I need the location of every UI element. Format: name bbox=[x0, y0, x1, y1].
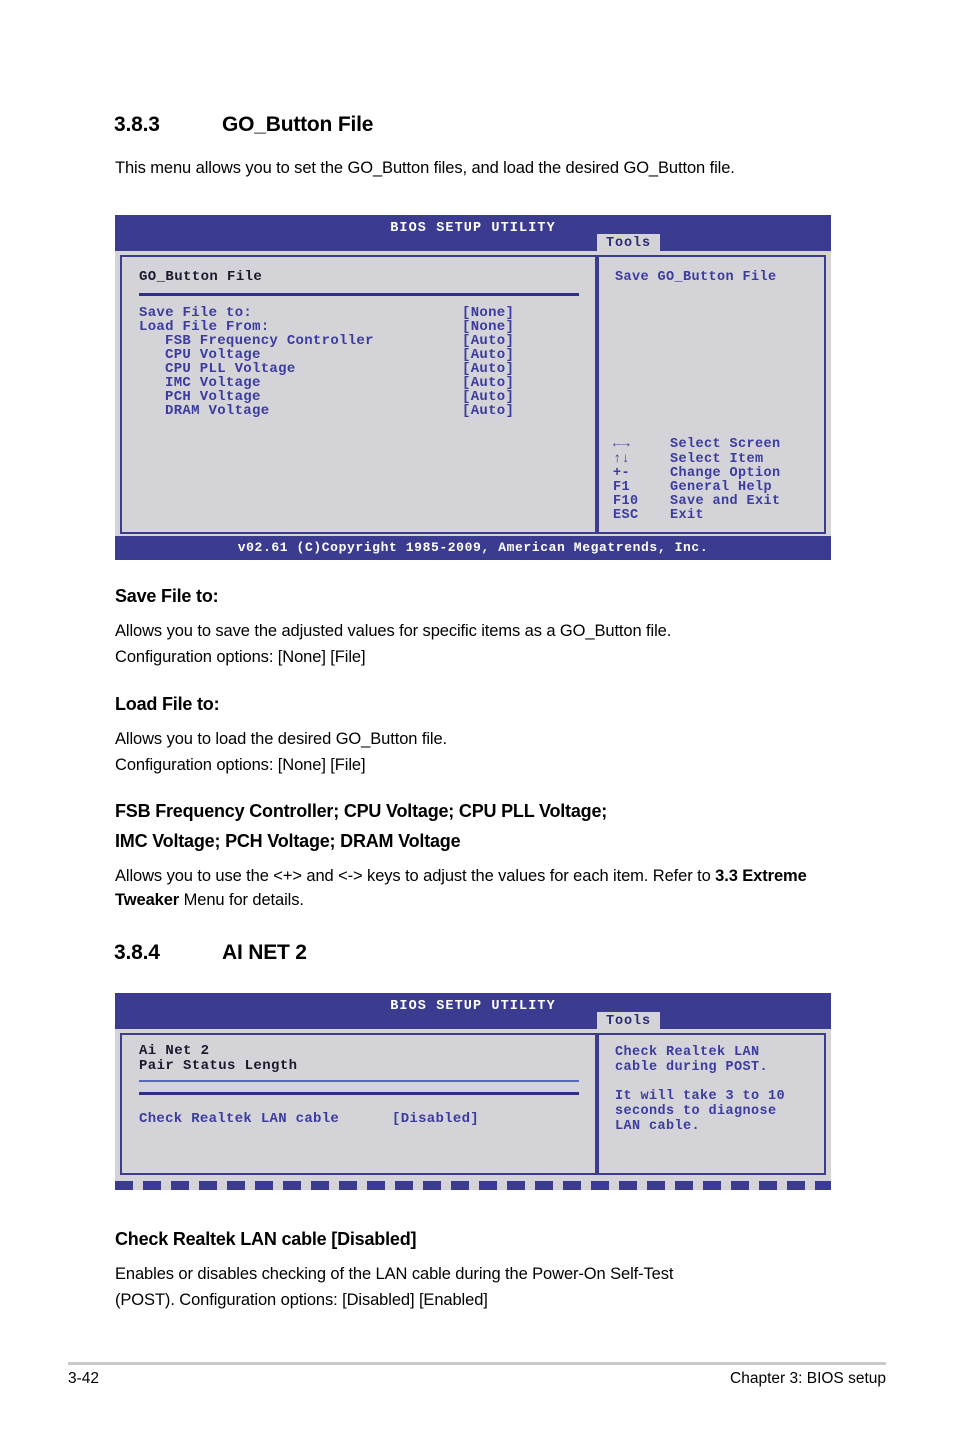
legend-key-1: ↑↓ bbox=[613, 452, 631, 467]
bios-body: GO_Button File Save File to: [None] Load… bbox=[115, 251, 831, 560]
help-line-5: LAN cable. bbox=[615, 1119, 701, 1134]
desc-voltages-body: Allows you to use the <+> and <-> keys t… bbox=[115, 865, 855, 912]
bios-item-label-realtek[interactable]: Check Realtek LAN cable bbox=[139, 1111, 339, 1127]
legend-key-0: ←→ bbox=[613, 437, 631, 452]
bios-cutoff-dashed-edge bbox=[115, 1181, 831, 1190]
legend-key-4: F10 bbox=[613, 494, 639, 509]
bios-item-label-7[interactable]: DRAM Voltage bbox=[165, 403, 269, 419]
subheading-voltages-line1: FSB Frequency Controller; CPU Voltage; C… bbox=[115, 801, 608, 821]
footer-divider bbox=[68, 1362, 886, 1365]
chapter-label: Chapter 3: BIOS setup bbox=[730, 1370, 886, 1387]
bios-item-value-realtek[interactable]: [Disabled] bbox=[392, 1111, 479, 1127]
desc-realtek-line1: Enables or disables checking of the LAN … bbox=[115, 1265, 674, 1283]
bios-screen-ai-net-2: BIOS SETUP UTILITY Tools Ai Net 2 Pair S… bbox=[115, 993, 831, 1190]
document-page: 3.8.3 GO_Button File This menu allows you… bbox=[0, 0, 954, 1438]
bios-titlebar-2: BIOS SETUP UTILITY Tools bbox=[115, 993, 831, 1034]
legend-key-5: ESC bbox=[613, 508, 639, 523]
legend-desc-0: Select Screen bbox=[670, 437, 781, 452]
desc-save-file-line1: Allows you to save the adjusted values f… bbox=[115, 622, 672, 640]
help-title: Save GO_Button File bbox=[615, 270, 777, 285]
section-title: GO_Button File bbox=[222, 113, 374, 136]
help-line-0: Check Realtek LAN bbox=[615, 1045, 760, 1060]
help-line-1: cable during POST. bbox=[615, 1060, 769, 1075]
legend-desc-4: Save and Exit bbox=[670, 494, 781, 509]
bios-utility-title-2: BIOS SETUP UTILITY bbox=[390, 999, 556, 1014]
bios-titlebar: BIOS SETUP UTILITY Tools bbox=[115, 215, 831, 256]
subheading-voltages-line2: IMC Voltage; PCH Voltage; DRAM Voltage bbox=[115, 831, 461, 851]
desc-realtek-line2: (POST). Configuration options: [Disabled… bbox=[115, 1291, 488, 1309]
section-number: 3.8.3 bbox=[114, 113, 160, 136]
desc-save-file-line2: Configuration options: [None] [File] bbox=[115, 648, 366, 666]
bios-copyright-footer: v02.61 (C)Copyright 1985-2009, American … bbox=[115, 536, 831, 560]
legend-desc-3: General Help bbox=[670, 480, 773, 495]
legend-desc-5: Exit bbox=[670, 508, 705, 523]
panel-title: GO_Button File bbox=[139, 269, 263, 285]
panel-title-2: Ai Net 2 bbox=[139, 1043, 210, 1059]
legend-desc-2: Change Option bbox=[670, 466, 781, 481]
section-heading-ai-net-2: 3.8.4 AI NET 2 bbox=[114, 941, 307, 965]
desc-voltages-post: Menu for details. bbox=[179, 890, 304, 909]
section-number-2: 3.8.4 bbox=[114, 941, 160, 964]
bios-main-panel-2: Ai Net 2 Pair Status Length Check Realte… bbox=[120, 1033, 597, 1175]
help-line-3: It will take 3 to 10 bbox=[615, 1089, 786, 1104]
bios-help-panel: Save GO_Button File ←→ Select Screen ↑↓ … bbox=[597, 255, 826, 534]
section-heading-go-button: 3.8.3 GO_Button File bbox=[114, 113, 373, 137]
desc-load-file-line2: Configuration options: [None] [File] bbox=[115, 756, 366, 774]
page-number: 3-42 bbox=[68, 1370, 100, 1387]
subheading-check-realtek: Check Realtek LAN cable [Disabled] bbox=[115, 1229, 417, 1249]
table-column-headers: Pair Status Length bbox=[139, 1058, 298, 1074]
help-line-4: seconds to diagnose bbox=[615, 1104, 777, 1119]
legend-desc-1: Select Item bbox=[670, 452, 764, 467]
subheading-save-file: Save File to: bbox=[115, 586, 219, 606]
panel-title-rule bbox=[139, 293, 579, 296]
legend-key-3: F1 bbox=[613, 480, 631, 495]
bios-screen-go-button: BIOS SETUP UTILITY Tools GO_Button File … bbox=[115, 215, 831, 560]
table-rule-top bbox=[139, 1080, 579, 1082]
section-title-2: AI NET 2 bbox=[222, 941, 307, 964]
table-rule-bottom bbox=[139, 1092, 579, 1095]
desc-voltages-pre: Allows you to use the <+> and <-> keys t… bbox=[115, 867, 716, 885]
bios-help-panel-2: Check Realtek LAN cable during POST. It … bbox=[597, 1033, 826, 1175]
bios-body-2: Ai Net 2 Pair Status Length Check Realte… bbox=[115, 1029, 831, 1190]
section-intro-paragraph: This menu allows you to set the GO_Butto… bbox=[115, 159, 735, 177]
bios-item-value-7[interactable]: [Auto] bbox=[462, 403, 514, 419]
bios-utility-title: BIOS SETUP UTILITY bbox=[390, 221, 556, 236]
subheading-load-file: Load File to: bbox=[115, 694, 220, 714]
legend-key-2: +- bbox=[613, 466, 631, 481]
desc-load-file-line1: Allows you to load the desired GO_Button… bbox=[115, 730, 448, 748]
bios-main-panel: GO_Button File Save File to: [None] Load… bbox=[120, 255, 597, 534]
